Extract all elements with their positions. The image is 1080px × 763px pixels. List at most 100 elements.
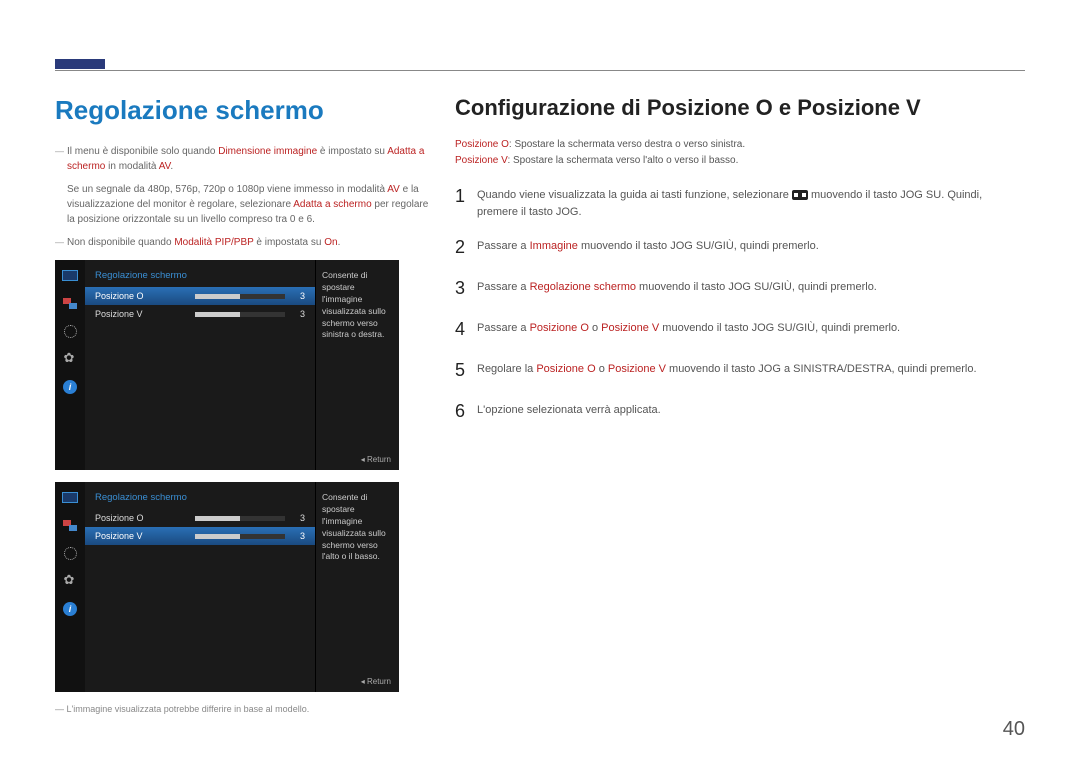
osd-sidebar: i xyxy=(55,482,85,692)
t: muovendo il tasto JOG SU/GIÙ, quindi pre… xyxy=(659,322,900,334)
t: On xyxy=(324,237,337,248)
step-text: Regolare la Posizione O o Posizione V mu… xyxy=(477,357,1025,384)
step-text: Quando viene visualizzata la guida ai ta… xyxy=(477,183,1025,220)
osd-title: Regolazione schermo xyxy=(85,260,315,287)
step-number: 6 xyxy=(455,398,477,425)
slider-bar xyxy=(195,516,285,521)
step-text: Passare a Posizione O o Posizione V muov… xyxy=(477,316,1025,343)
definitions: Posizione O: Spostare la schermata verso… xyxy=(455,137,1025,169)
t: Dimensione immagine xyxy=(218,146,317,157)
t: : Spostare la schermata verso l'alto o v… xyxy=(507,155,738,166)
header-rule xyxy=(55,70,1025,71)
value: 3 xyxy=(293,531,305,541)
label: Posizione O xyxy=(95,291,195,301)
t: o xyxy=(589,322,601,334)
circle-icon xyxy=(61,546,79,560)
step-2: 2 Passare a Immagine muovendo il tasto J… xyxy=(455,234,1025,261)
slider-bar xyxy=(195,534,285,539)
t: muovendo il tasto JOG SU/GIÙ, quindi pre… xyxy=(578,240,819,252)
t: Posizione V xyxy=(455,155,507,166)
page-number: 40 xyxy=(1003,718,1025,741)
slider-bar xyxy=(195,294,285,299)
note-1: ― Il menu è disponibile solo quando Dime… xyxy=(55,144,435,174)
def-v: Posizione V: Spostare la schermata verso… xyxy=(455,153,1025,169)
note-text: Non disponibile quando Modalità PIP/PBP … xyxy=(67,235,435,250)
t: muovendo il tasto JOG SU/GIÙ, quindi pre… xyxy=(636,281,877,293)
pip-icon xyxy=(61,296,79,310)
t: Return xyxy=(367,455,391,464)
monitor-icon xyxy=(61,268,79,282)
t: Quando viene visualizzata la guida ai ta… xyxy=(477,189,792,201)
t: Regolazione schermo xyxy=(530,281,636,293)
t: L'immagine visualizzata potrebbe differi… xyxy=(67,704,310,714)
step-number: 5 xyxy=(455,357,477,384)
t: muovendo il tasto JOG a SINISTRA/DESTRA,… xyxy=(666,363,977,375)
t: AV xyxy=(387,184,400,195)
def-o: Posizione O: Spostare la schermata verso… xyxy=(455,137,1025,153)
t: Posizione V xyxy=(601,322,659,334)
section-heading: Regolazione schermo xyxy=(55,95,435,126)
osd-item-pos-o: Posizione O 3 xyxy=(85,287,315,305)
t: . xyxy=(170,161,173,172)
osd-main: Regolazione schermo Posizione O 3 Posizi… xyxy=(85,260,315,470)
step-number: 3 xyxy=(455,275,477,302)
t: Adatta a schermo xyxy=(293,199,371,210)
left-column: Regolazione schermo ― Il menu è disponib… xyxy=(55,95,435,714)
t: : Spostare la schermata verso destra o v… xyxy=(509,139,745,150)
t: Regolare la xyxy=(477,363,536,375)
step-text: L'opzione selezionata verrà applicata. xyxy=(477,398,1025,425)
t: Posizione O xyxy=(530,322,589,334)
subsection-heading: Configurazione di Posizione O e Posizion… xyxy=(455,95,1025,121)
osd-item-pos-v: Posizione V 3 xyxy=(85,305,315,323)
dash-icon: ― xyxy=(55,235,67,250)
osd-item-pos-v: Posizione V 3 xyxy=(85,527,315,545)
osd-screenshot-1: i Regolazione schermo Posizione O 3 Posi… xyxy=(55,260,399,470)
step-5: 5 Regolare la Posizione O o Posizione V … xyxy=(455,357,1025,384)
gear-icon xyxy=(61,352,79,366)
osd-main: Regolazione schermo Posizione O 3 Posizi… xyxy=(85,482,315,692)
osd-description: Consente di spostare l'immagine visualiz… xyxy=(315,260,399,470)
value: 3 xyxy=(293,309,305,319)
label: Posizione V xyxy=(95,309,195,319)
t: Passare a xyxy=(477,240,530,252)
t: Se un segnale da 480p, 576p, 720p o 1080… xyxy=(67,184,387,195)
step-3: 3 Passare a Regolazione schermo muovendo… xyxy=(455,275,1025,302)
note-1-sub: Se un segnale da 480p, 576p, 720p o 1080… xyxy=(67,182,435,227)
t: Posizione V xyxy=(608,363,666,375)
t: in modalità xyxy=(105,161,158,172)
dash-icon: ― xyxy=(55,144,67,174)
osd-item-pos-o: Posizione O 3 xyxy=(85,509,315,527)
info-icon: i xyxy=(61,602,79,616)
right-column: Configurazione di Posizione O e Posizion… xyxy=(455,95,1025,439)
step-number: 1 xyxy=(455,183,477,220)
page-content: Regolazione schermo ― Il menu è disponib… xyxy=(55,95,1025,714)
osd-title: Regolazione schermo xyxy=(85,482,315,509)
step-text: Passare a Immagine muovendo il tasto JOG… xyxy=(477,234,1025,261)
value: 3 xyxy=(293,513,305,523)
monitor-icon xyxy=(61,490,79,504)
step-number: 4 xyxy=(455,316,477,343)
slider-bar xyxy=(195,312,285,317)
step-6: 6 L'opzione selezionata verrà applicata. xyxy=(455,398,1025,425)
t: Passare a xyxy=(477,322,530,334)
circle-icon xyxy=(61,324,79,338)
step-number: 2 xyxy=(455,234,477,261)
note-text: Il menu è disponibile solo quando Dimens… xyxy=(67,144,435,174)
note-2: ― Non disponibile quando Modalità PIP/PB… xyxy=(55,235,435,250)
t: . xyxy=(338,237,341,248)
t: Posizione O xyxy=(455,139,509,150)
osd-sidebar: i xyxy=(55,260,85,470)
step-text: Passare a Regolazione schermo muovendo i… xyxy=(477,275,1025,302)
t: è impostata su xyxy=(254,237,325,248)
t: Passare a xyxy=(477,281,530,293)
osd-description: Consente di spostare l'immagine visualiz… xyxy=(315,482,399,692)
label: Posizione O xyxy=(95,513,195,523)
menu-icon xyxy=(792,190,808,200)
step-4: 4 Passare a Posizione O o Posizione V mu… xyxy=(455,316,1025,343)
t: AV xyxy=(159,161,171,172)
pip-icon xyxy=(61,518,79,532)
osd-screenshot-2: i Regolazione schermo Posizione O 3 Posi… xyxy=(55,482,399,692)
t: Modalità PIP/PBP xyxy=(174,237,253,248)
t: o xyxy=(596,363,608,375)
footnote: ― L'immagine visualizzata potrebbe diffe… xyxy=(55,704,435,714)
